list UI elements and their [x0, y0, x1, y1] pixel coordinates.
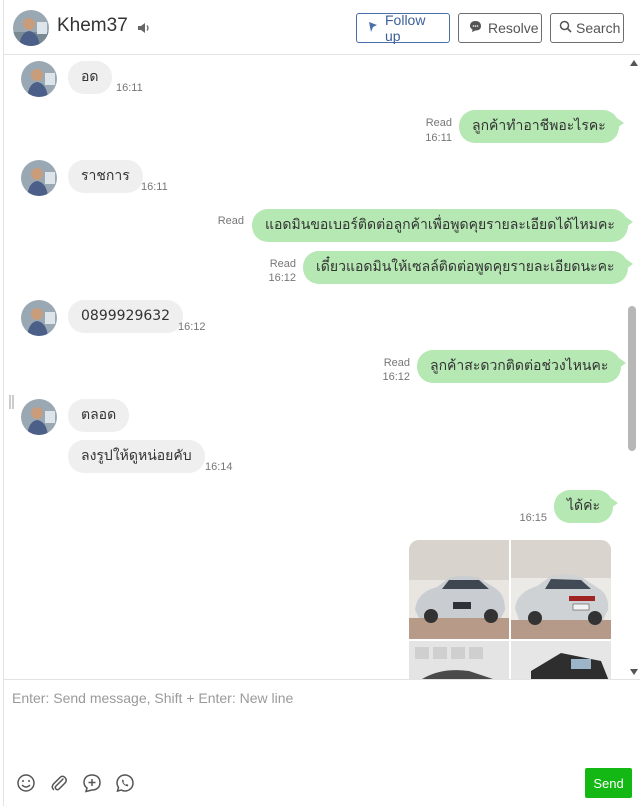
speaker-icon[interactable]: [136, 20, 152, 36]
chat-bubble-icon: [469, 20, 482, 36]
message-time: 16:11: [425, 132, 452, 144]
scrollbar[interactable]: [627, 55, 640, 679]
chat-header: Khem37 Follow up Resolve Search: [4, 0, 640, 55]
send-button[interactable]: Send: [585, 768, 632, 798]
emoji-icon[interactable]: [16, 773, 36, 793]
outgoing-message: ได้ค่ะ: [554, 490, 619, 523]
search-label: Search: [576, 20, 621, 36]
car-side-photo[interactable]: [511, 641, 611, 679]
scroll-thumb[interactable]: [628, 306, 636, 451]
follow-up-icon: [367, 20, 379, 36]
scroll-down-arrow[interactable]: [630, 669, 638, 675]
car-interior-photo[interactable]: [409, 641, 509, 679]
search-button[interactable]: Search: [550, 13, 624, 43]
chat-panel: Khem37 Follow up Resolve Search อด 16:11…: [3, 0, 640, 806]
read-status: Read: [269, 258, 296, 270]
sender-avatar: [21, 61, 57, 97]
read-status: Read: [425, 117, 452, 129]
incoming-message: 0899929632: [68, 300, 184, 333]
message-list[interactable]: อด 16:11 Read 16:11 ลูกค้าทำอาชีพอะไรคะ …: [4, 55, 640, 679]
follow-up-button[interactable]: Follow up: [356, 12, 450, 44]
message-time: 16:12: [268, 272, 296, 284]
attachment-icon[interactable]: [49, 773, 69, 793]
message-time: 16:15: [519, 512, 547, 524]
message-time: 16:11: [141, 181, 168, 193]
whatsapp-icon[interactable]: [115, 773, 135, 793]
incoming-message: ราชการ: [68, 160, 143, 193]
read-status: Read: [217, 215, 244, 227]
outgoing-message: แอดมินขอเบอร์ติดต่อลูกค้าเพื่อพูดคุยรายล…: [252, 209, 633, 242]
read-status: Read: [383, 357, 410, 369]
outgoing-message: เดี๋ยวแอดมินให้เซลล์ติดต่อพูดคุยรายละเอี…: [303, 251, 632, 284]
car-rear-photo[interactable]: [511, 540, 611, 639]
incoming-message: ตลอด: [68, 399, 130, 432]
message-composer: Send: [4, 679, 640, 806]
message-time: 16:12: [178, 321, 206, 333]
follow-up-label: Follow up: [385, 12, 426, 44]
message-time: 16:14: [205, 461, 233, 473]
contact-name: Khem37: [57, 15, 128, 36]
incoming-message: ลงรูปให้ดูหน่อยคับ: [68, 440, 205, 473]
sender-avatar: [21, 300, 57, 336]
car-front-photo[interactable]: [409, 540, 509, 639]
sender-avatar: [21, 160, 57, 196]
message-time: 16:12: [382, 371, 410, 383]
scroll-up-arrow[interactable]: [630, 60, 638, 66]
message-time: 16:11: [116, 82, 143, 94]
contact-avatar[interactable]: [13, 10, 49, 46]
outgoing-message: ลูกค้าสะดวกติดต่อช่วงไหนคะ: [417, 350, 627, 383]
sender-avatar: [21, 399, 57, 435]
message-input[interactable]: [12, 690, 612, 760]
incoming-message: อด: [68, 61, 112, 94]
resolve-label: Resolve: [488, 20, 539, 36]
image-message[interactable]: [409, 540, 611, 679]
search-icon: [559, 20, 572, 36]
outgoing-message: ลูกค้าทำอาชีพอะไรคะ: [459, 110, 624, 143]
resize-handle[interactable]: [9, 395, 14, 409]
resolve-button[interactable]: Resolve: [458, 13, 542, 43]
add-reply-icon[interactable]: [82, 773, 102, 793]
